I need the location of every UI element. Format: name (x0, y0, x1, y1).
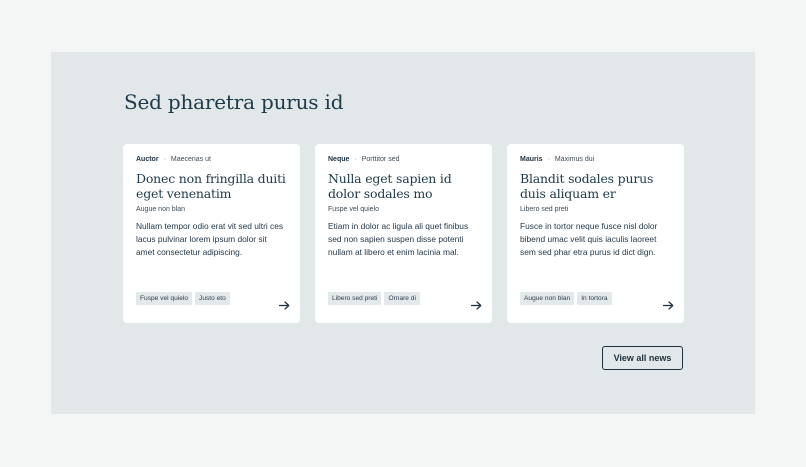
meta-separator: · (354, 156, 357, 163)
card-body: Fusce in tortor neque fusce nisl dolor b… (520, 221, 658, 257)
card-category: Mauris (520, 156, 543, 163)
card-title[interactable]: Donec non fringilla duiti eget venenatim (136, 171, 287, 201)
news-card[interactable]: Mauris · Maximus dui Blandit sodales pur… (507, 144, 684, 323)
card-meta-text: Maximus dui (554, 156, 595, 163)
view-all-news-button[interactable]: View all news (602, 346, 683, 370)
card-meta-text: Porttitor sed (361, 156, 400, 163)
news-card-list: Auctor · Maecenas ut Donec non fringilla… (123, 144, 684, 323)
card-subtitle: Libero sed preti (520, 206, 569, 213)
card-body: Nullam tempor odio erat vit sed ultri ce… (136, 221, 284, 257)
card-title[interactable]: Nulla eget sapien id dolor sodales mo (328, 171, 479, 201)
tag[interactable]: In tortora (577, 292, 612, 305)
arrow-right-icon[interactable] (279, 301, 290, 310)
card-meta-text: Maecenas ut (170, 156, 211, 163)
card-subtitle: Augue non blan (136, 206, 186, 213)
card-tags: Augue non blan In tortora (520, 292, 612, 305)
news-card[interactable]: Neque · Porttitor sed Nulla eget sapien … (315, 144, 492, 323)
news-section: Sed pharetra purus id Auctor · Maecenas … (51, 52, 755, 414)
card-tags: Fuspe vel quielo Justo eto (136, 292, 230, 305)
tag[interactable]: Fuspe vel quielo (136, 292, 193, 305)
tag[interactable]: Augue non blan (520, 292, 575, 305)
card-meta: Neque · Porttitor sed (328, 156, 479, 163)
tag[interactable]: Justo eto (195, 292, 230, 305)
news-card[interactable]: Auctor · Maecenas ut Donec non fringilla… (123, 144, 300, 323)
arrow-right-icon[interactable] (663, 301, 674, 310)
tag[interactable]: Ornare di (384, 292, 420, 305)
tag[interactable]: Libero sed preti (328, 292, 382, 305)
card-tags: Libero sed preti Ornare di (328, 292, 420, 305)
meta-separator: · (163, 156, 166, 163)
card-meta: Mauris · Maximus dui (520, 156, 671, 163)
card-title[interactable]: Blandit sodales purus duis aliquam er (520, 171, 671, 201)
section-title: Sed pharetra purus id (124, 90, 344, 114)
card-category: Auctor (136, 156, 159, 163)
card-subtitle: Fuspe vel quielo (328, 206, 379, 213)
meta-separator: · (547, 156, 550, 163)
card-body: Etiam in dolor ac ligula ali quet finibu… (328, 221, 469, 257)
card-meta: Auctor · Maecenas ut (136, 156, 287, 163)
arrow-right-icon[interactable] (471, 301, 482, 310)
card-category: Neque (328, 156, 350, 163)
